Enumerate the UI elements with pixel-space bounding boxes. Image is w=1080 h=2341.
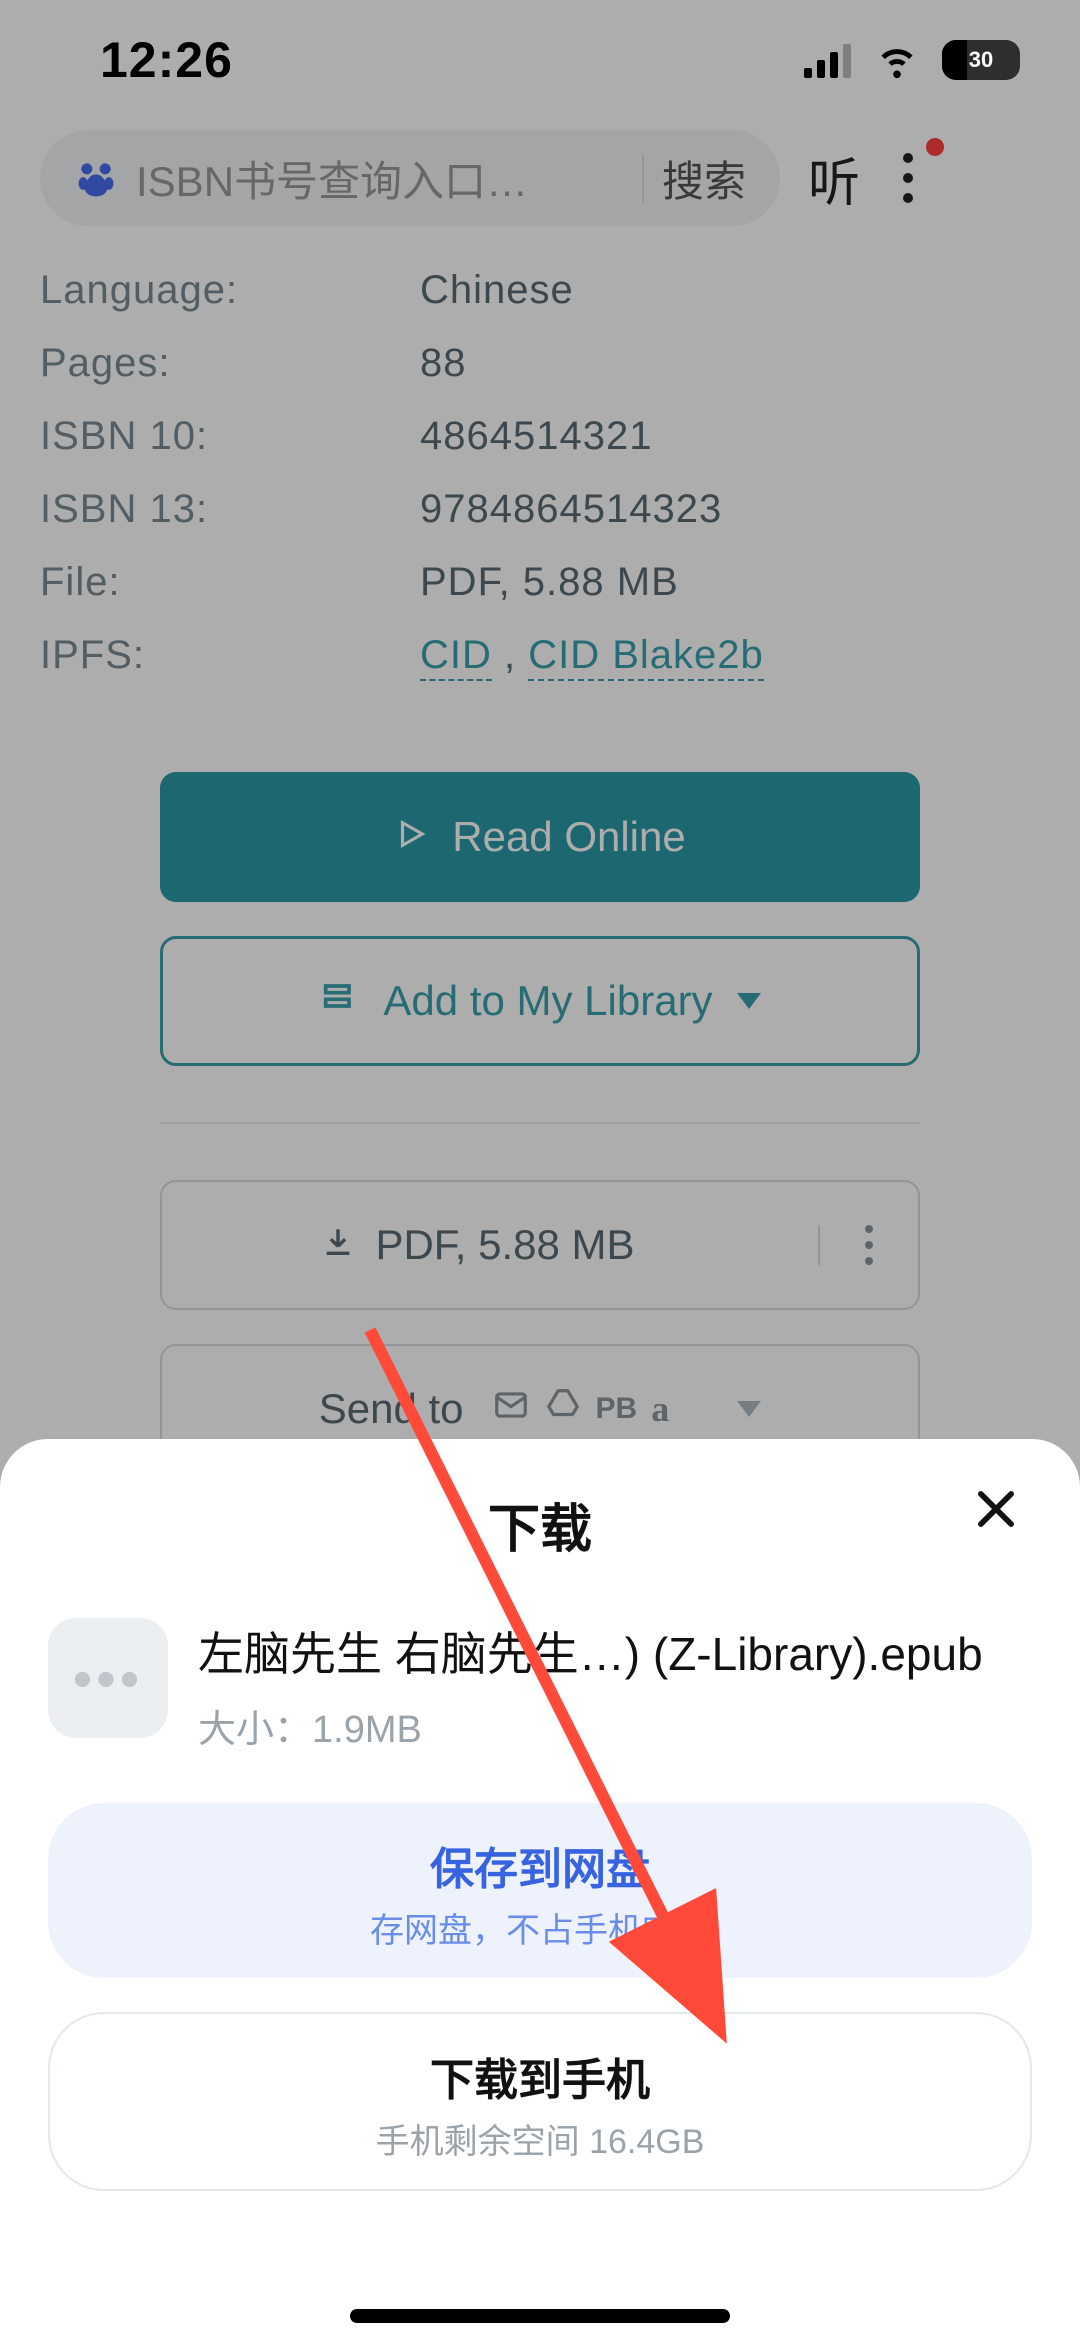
save-cloud-subtitle: 存网盘，不占手机空间 [48,1903,1032,1952]
home-indicator[interactable] [350,2309,730,2323]
sheet-title: 下载 [48,1487,1032,1562]
close-icon [970,1483,1022,1535]
download-sheet: 下载 ••• 左脑先生 右脑先生…) (Z-Library).epub 大小：1… [0,1439,1080,2341]
file-row: ••• 左脑先生 右脑先生…) (Z-Library).epub 大小：1.9M… [48,1618,1032,1753]
save-cloud-title: 保存到网盘 [48,1833,1032,1897]
file-size: 大小：1.9MB [198,1698,1032,1753]
close-button[interactable] [970,1483,1022,1545]
download-to-phone-button[interactable]: 下载到手机 手机剩余空间 16.4GB [48,2012,1032,2191]
download-phone-subtitle: 手机剩余空间 16.4GB [50,2114,1030,2163]
download-phone-title: 下载到手机 [50,2044,1030,2108]
save-to-cloud-button[interactable]: 保存到网盘 存网盘，不占手机空间 [48,1803,1032,1978]
file-thumb-icon: ••• [48,1618,168,1738]
file-name: 左脑先生 右脑先生…) (Z-Library).epub [198,1618,1032,1684]
